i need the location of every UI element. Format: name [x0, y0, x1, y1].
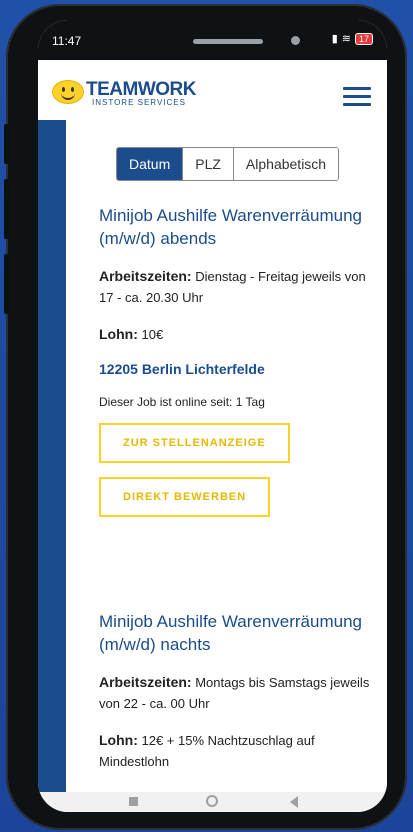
- hamburger-menu-icon[interactable]: [343, 87, 371, 107]
- home-icon[interactable]: [206, 795, 218, 807]
- job-hours: Arbeitszeiten: Dienstag - Freitag jeweil…: [99, 266, 379, 308]
- pay-label: Lohn:: [99, 732, 138, 748]
- job-online-since: Dieser Job ist online seit: 1 Tag: [99, 395, 265, 409]
- job-card: Minijob Aushilfe Warenverräumung (m/w/d)…: [99, 204, 379, 517]
- recent-apps-icon[interactable]: [129, 797, 138, 806]
- brand-tagline: INSTORE SERVICES: [92, 98, 186, 107]
- pay-label: Lohn:: [99, 326, 138, 342]
- logo-mouth: [61, 91, 75, 100]
- sort-option-plz[interactable]: PLZ: [182, 148, 233, 180]
- hours-label: Arbeitszeiten:: [99, 268, 192, 284]
- sort-option-alphabetisch[interactable]: Alphabetisch: [232, 148, 339, 180]
- job-card: Minijob Aushilfe Warenverräumung (m/w/d)…: [99, 610, 379, 772]
- job-title[interactable]: Minijob Aushilfe Warenverräumung (m/w/d)…: [99, 204, 379, 250]
- logo-smiley-icon[interactable]: [52, 80, 84, 104]
- hours-label: Arbeitszeiten:: [99, 674, 192, 690]
- battery-icon: 17: [354, 32, 373, 45]
- sort-toggle: Datum PLZ Alphabetisch: [116, 147, 340, 181]
- wifi-icon: ≋: [341, 33, 351, 45]
- job-pay: Lohn: 10€: [99, 324, 379, 345]
- status-bar: 11:47 ▮ ≋ 17: [38, 20, 387, 60]
- status-time: 11:47: [52, 34, 82, 48]
- side-button: [4, 179, 10, 239]
- job-hours: Arbeitszeiten: Montags bis Samstags jewe…: [99, 672, 379, 714]
- status-icons: ▮ ≋ 17: [332, 32, 373, 45]
- job-location[interactable]: 12205 Berlin Lichterfelde: [99, 361, 379, 377]
- pay-value: 10€: [137, 327, 164, 342]
- job-title[interactable]: Minijob Aushilfe Warenverräumung (m/w/d)…: [99, 610, 379, 656]
- view-job-button[interactable]: ZUR STELLENANZEIGE: [99, 423, 290, 463]
- signal-icon: ▮: [331, 33, 338, 45]
- sort-option-datum[interactable]: Datum: [117, 148, 183, 180]
- job-pay: Lohn: 12€ + 15% Nachtzuschlag auf Mindes…: [99, 730, 379, 772]
- android-nav-bar: [38, 792, 387, 812]
- apply-button[interactable]: DIREKT BEWERBEN: [99, 477, 271, 517]
- camera-icon: [291, 36, 300, 45]
- side-button: [4, 254, 10, 314]
- left-accent-stripe: [38, 120, 66, 792]
- notch-bar: [193, 39, 263, 44]
- site-header: TEAMWORK INSTORE SERVICES: [38, 60, 387, 121]
- phone-frame: 11:47 ▮ ≋ 17 TEAMWORK INSTORE SERVICES D…: [4, 4, 407, 830]
- back-icon[interactable]: [290, 796, 298, 808]
- main-content: Datum PLZ Alphabetisch Minijob Aushilfe …: [66, 120, 387, 792]
- side-button: [4, 124, 10, 164]
- screen: 11:47 ▮ ≋ 17 TEAMWORK INSTORE SERVICES D…: [38, 20, 387, 812]
